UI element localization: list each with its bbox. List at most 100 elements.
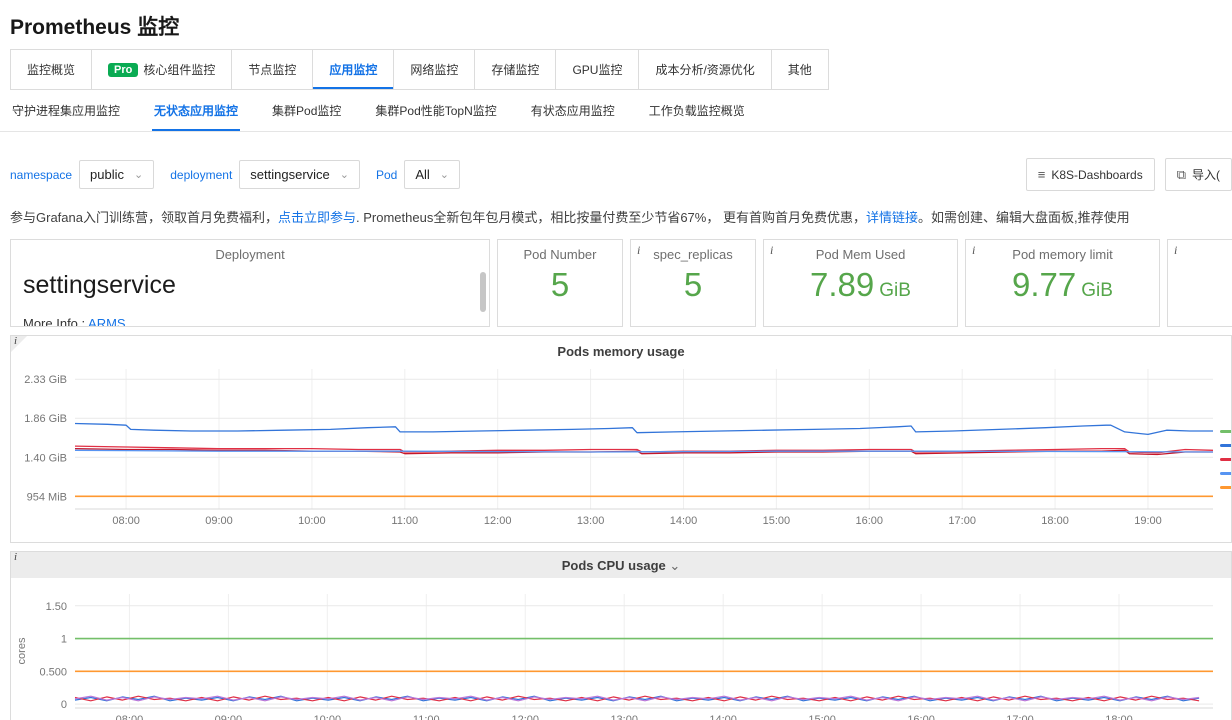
details-link[interactable]: 详情链接 (866, 210, 918, 225)
primary-tab-5[interactable]: 存储监控 (474, 49, 556, 90)
svg-text:12:00: 12:00 (511, 714, 539, 720)
svg-text:09:00: 09:00 (215, 714, 243, 720)
join-training-link[interactable]: 点击立即参与 (278, 210, 356, 225)
stat-title: Pod memory limit (966, 247, 1159, 262)
primary-tab-2[interactable]: 节点监控 (231, 49, 313, 90)
tab-label: GPU监控 (572, 61, 622, 78)
tab-label: 核心组件监控 (143, 61, 215, 78)
filter-label: Pod (376, 168, 397, 182)
info-icon[interactable]: i (637, 243, 640, 258)
cpu-panel-header: i Pods CPU usage ⌄ (11, 552, 1231, 578)
svg-text:12:00: 12:00 (484, 515, 512, 527)
info-icon[interactable]: i (11, 336, 27, 352)
tab-label: 应用监控 (329, 61, 377, 78)
primary-tab-bar: 监控概览 Pro 核心组件监控 节点监控 应用监控 网络监控存储监控 GPU监控 成本分析/资… (10, 49, 1232, 90)
stat-value: 9.77GiB (966, 266, 1159, 304)
secondary-tab-1[interactable]: 无状态应用监控 (152, 90, 240, 131)
memory-chart-legend (1220, 430, 1232, 489)
svg-text:0: 0 (61, 699, 67, 711)
legend-swatch[interactable] (1220, 472, 1232, 475)
svg-text:11:00: 11:00 (413, 714, 440, 720)
dropdown-value: settingservice (250, 167, 329, 182)
stat-unit: GiB (879, 280, 911, 301)
filter-group-1: deploymentsettingservice⌄ (170, 160, 360, 189)
cpu-usage-panel: i Pods CPU usage ⌄ 08:0009:0010:0011:001… (10, 551, 1232, 720)
k8s-dashboards-button[interactable]: ≡ K8S-Dashboards (1026, 158, 1155, 191)
filter-dropdown-2[interactable]: All ⌄ (404, 160, 460, 189)
stat-value: settingservice (11, 271, 489, 300)
stat-title: Deployment (11, 247, 489, 262)
tab-label: 网络监控 (410, 61, 458, 78)
scrollbar[interactable] (480, 272, 486, 312)
filter-dropdown-1[interactable]: settingservice ⌄ (239, 160, 360, 189)
primary-tab-1[interactable]: Pro 核心组件监控 (91, 49, 232, 90)
notice-text: 。如需创建、编辑大盘面板,推荐使用 (918, 210, 1130, 225)
tab-label: 成本分析/资源优化 (655, 61, 754, 78)
chevron-down-icon: ⌄ (666, 558, 681, 573)
info-icon[interactable]: i (770, 243, 773, 258)
stat-panel-3: iPod Mem Used7.89GiB (763, 239, 958, 327)
stat-panel-4: iPod memory limit 9.77GiB (965, 239, 1160, 327)
legend-swatch[interactable] (1220, 486, 1232, 489)
stat-panel-5: i (1167, 239, 1232, 327)
memory-chart-title[interactable]: Pods memory usage (11, 336, 1231, 361)
tab-label: 有状态应用监控 (531, 102, 615, 119)
chevron-down-icon: ⌄ (340, 172, 349, 178)
filter-label: namespace (10, 168, 72, 182)
svg-text:1.40 GiB: 1.40 GiB (24, 452, 67, 464)
notice-text: . Prometheus全新包年包月模式，相比按量付费至少节省67%， 更有首购… (356, 210, 866, 225)
chevron-down-icon: ⌄ (134, 172, 143, 178)
info-icon[interactable]: i (1174, 243, 1177, 258)
stat-value: 5 (631, 266, 755, 304)
stat-panel-1: Pod Number5 (497, 239, 623, 327)
filter-group-2: Pod All ⌄ (376, 160, 460, 189)
arms-link[interactable]: ARMS (88, 316, 126, 327)
more-info: More Info : ARMS (23, 316, 126, 327)
cpu-chart-title[interactable]: Pods CPU usage ⌄ (11, 552, 1231, 574)
legend-swatch[interactable] (1220, 430, 1232, 433)
memory-usage-panel: i Pods memory usage 08:0009:0010:0011:00… (10, 335, 1232, 543)
chevron-down-icon: ⌄ (440, 172, 449, 178)
primary-tab-7[interactable]: 成本分析/资源优化 (638, 49, 771, 90)
filter-dropdown-0[interactable]: public⌄ (79, 160, 154, 189)
legend-swatch[interactable] (1220, 458, 1232, 461)
secondary-tab-5[interactable]: 工作负载监控概览 (647, 90, 747, 131)
stat-panels-row: Deployment settingservice More Info : ARMS… (10, 239, 1232, 327)
svg-text:15:00: 15:00 (763, 515, 791, 527)
svg-text:09:00: 09:00 (205, 515, 233, 527)
promo-notice: 参与Grafana入门训练营，领取首月免费福利，点击立即参与. Promethe… (10, 207, 1232, 226)
secondary-tab-0[interactable]: 守护进程集应用监控 (10, 90, 122, 131)
dropdown-value: All (415, 167, 429, 182)
import-button[interactable]: ⧉ 导入( (1165, 158, 1232, 191)
secondary-tab-4[interactable]: 有状态应用监控 (529, 90, 617, 131)
primary-tab-0[interactable]: 监控概览 (10, 49, 92, 90)
pro-badge: Pro (108, 63, 138, 77)
svg-text:1: 1 (61, 634, 67, 646)
stat-title: spec_replicas (631, 247, 755, 262)
svg-text:0.500: 0.500 (39, 666, 67, 678)
svg-text:16:00: 16:00 (856, 515, 884, 527)
tab-label: 集群Pod性能TopN监控 (375, 102, 496, 119)
stat-value: 7.89GiB (764, 266, 957, 304)
svg-text:17:00: 17:00 (948, 515, 976, 527)
info-icon[interactable]: i (11, 552, 27, 568)
svg-text:13:00: 13:00 (577, 515, 605, 527)
svg-text:1.50: 1.50 (46, 601, 67, 613)
tab-label: 监控概览 (27, 61, 75, 78)
legend-swatch[interactable] (1220, 444, 1232, 447)
tab-label: 工作负载监控概览 (649, 102, 745, 119)
cpu-usage-chart[interactable]: 08:0009:0010:0011:0012:0013:0014:0015:00… (11, 584, 1231, 720)
secondary-tab-3[interactable]: 集群Pod性能TopN监控 (373, 90, 498, 131)
stat-title: Pod Number (498, 247, 622, 262)
memory-usage-chart[interactable]: 08:0009:0010:0011:0012:0013:0014:0015:00… (11, 361, 1231, 533)
primary-tab-4[interactable]: 网络监控 (393, 49, 475, 90)
primary-tab-8[interactable]: 其他 (771, 49, 829, 90)
info-icon[interactable]: i (972, 243, 975, 258)
primary-tab-6[interactable]: GPU监控 (555, 49, 639, 90)
tab-label: 节点监控 (248, 61, 296, 78)
svg-text:15:00: 15:00 (808, 714, 836, 720)
secondary-tab-2[interactable]: 集群Pod监控 (270, 90, 343, 131)
tab-label: 守护进程集应用监控 (12, 102, 120, 119)
primary-tab-3[interactable]: 应用监控 (312, 49, 394, 90)
svg-text:13:00: 13:00 (610, 714, 638, 720)
